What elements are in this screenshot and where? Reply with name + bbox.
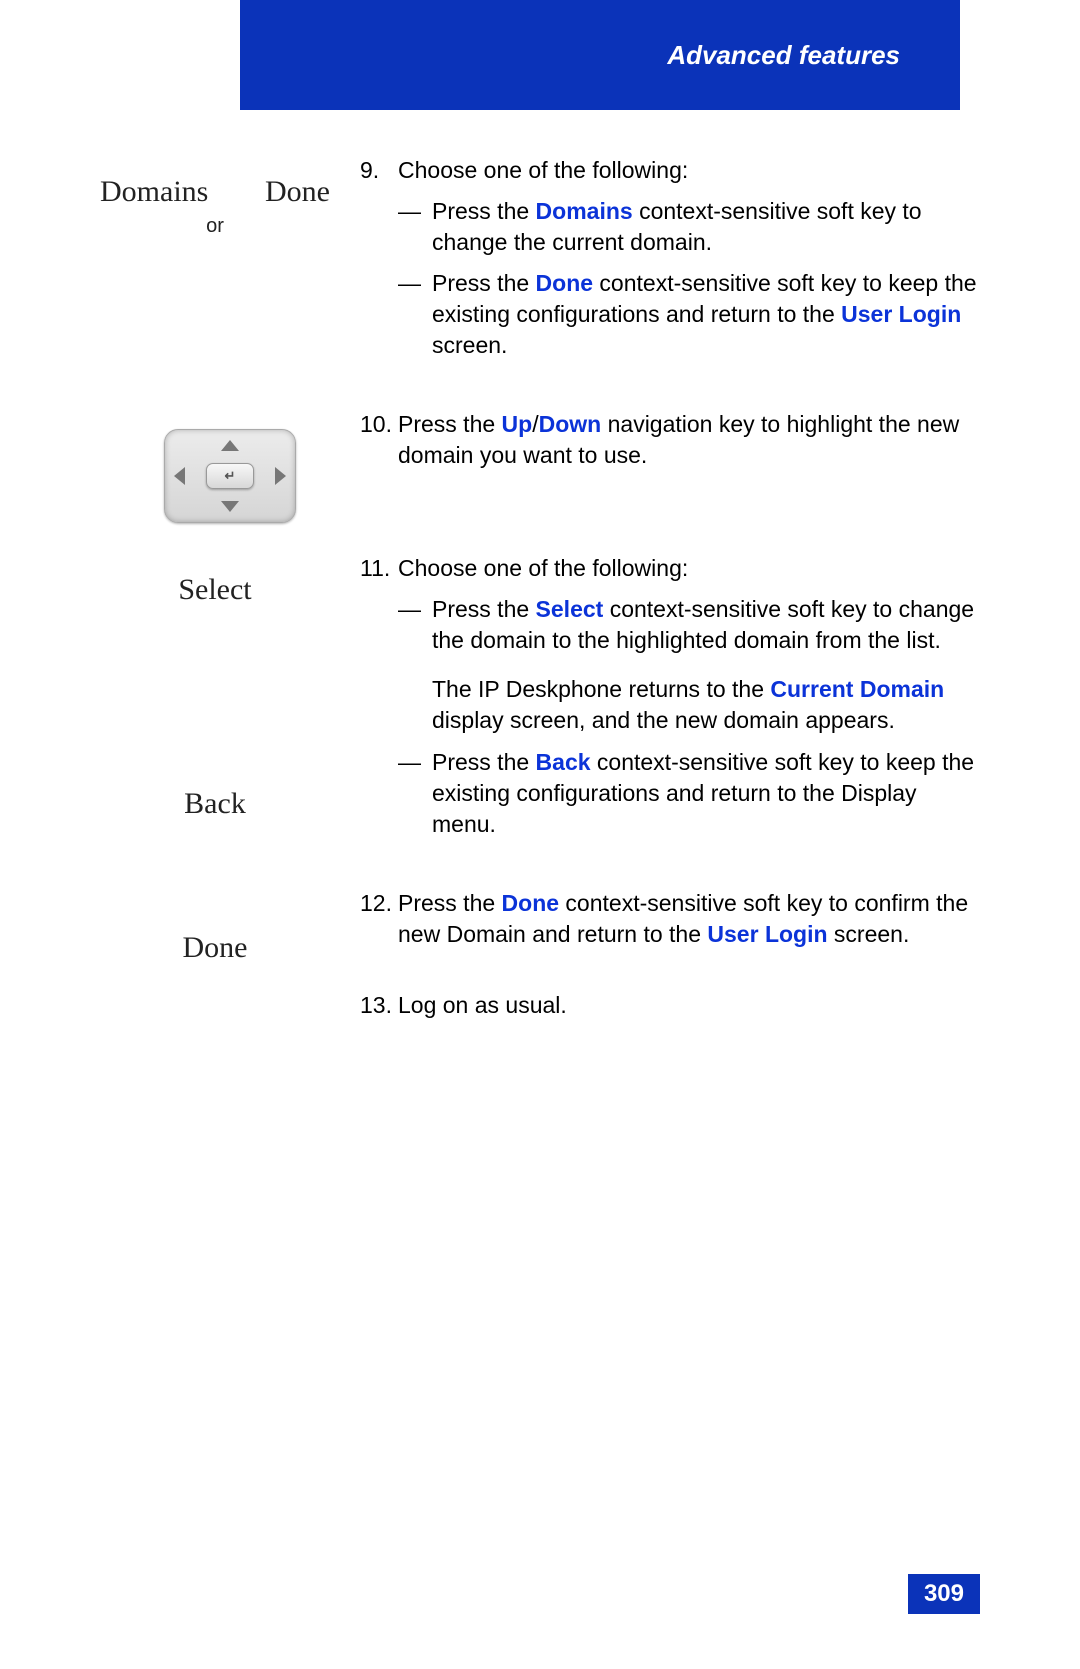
navkey-col: ↵ xyxy=(100,409,360,523)
step-number: 10. xyxy=(360,409,398,471)
step-number: 11. xyxy=(360,553,398,847)
enter-key-icon: ↵ xyxy=(206,463,254,489)
dash-icon: — xyxy=(398,747,432,840)
text: Press the xyxy=(432,198,536,224)
step-11-row: Select Back Done 11. Choose one of the f… xyxy=(100,553,980,1031)
softkey-done2: Done xyxy=(100,931,330,965)
step-9-row: Domains Done or 9. Choose one of the fol… xyxy=(100,155,980,379)
link-back: Back xyxy=(536,749,591,775)
step-number: 12. xyxy=(360,888,398,950)
link-user-login: User Login xyxy=(841,301,961,327)
arrow-down-icon xyxy=(221,501,239,512)
step-number: 13. xyxy=(360,990,398,1021)
link-up: Up xyxy=(502,411,533,437)
link-done2: Done xyxy=(502,890,560,916)
text: screen. xyxy=(432,332,507,358)
softkey-domains: Domains xyxy=(100,175,208,209)
text: The IP Deskphone returns to the xyxy=(432,676,770,702)
step-13-text: Log on as usual. xyxy=(398,992,567,1018)
link-done: Done xyxy=(536,270,594,296)
arrow-right-icon xyxy=(275,467,286,485)
text: Press the xyxy=(432,749,536,775)
text: display screen, and the new domain appea… xyxy=(432,707,895,733)
link-down: Down xyxy=(539,411,602,437)
dash-icon: — xyxy=(398,594,432,736)
text: Press the xyxy=(432,270,536,296)
step-10-row: ↵ 10. Press the Up/Down navigation key t… xyxy=(100,409,980,523)
step-9-text: 9. Choose one of the following: — Press … xyxy=(360,155,980,379)
softkey-back: Back xyxy=(100,787,330,821)
dash-icon: — xyxy=(398,196,432,258)
softkey-col-11: Select Back Done xyxy=(100,553,360,1031)
step-11-text: 11. Choose one of the following: — Press… xyxy=(360,553,980,1031)
text: screen. xyxy=(828,921,910,947)
navigation-key-icon: ↵ xyxy=(164,429,296,523)
softkey-select: Select xyxy=(100,573,330,607)
step-9-lead: Choose one of the following: xyxy=(398,157,688,183)
page-header: Advanced features xyxy=(240,0,960,110)
step-10-text: 10. Press the Up/Down navigation key to … xyxy=(360,409,980,523)
softkey-pair: Domains Done xyxy=(100,175,330,209)
page-number: 309 xyxy=(908,1574,980,1614)
link-current-domain: Current Domain xyxy=(770,676,944,702)
page-content: Domains Done or 9. Choose one of the fol… xyxy=(100,155,980,1051)
arrow-up-icon xyxy=(221,440,239,451)
dash-icon: — xyxy=(398,268,432,361)
softkey-done: Done xyxy=(265,175,330,209)
step-11-lead: Choose one of the following: xyxy=(398,555,688,581)
text: Press the xyxy=(432,596,536,622)
softkey-col-9: Domains Done or xyxy=(100,155,360,379)
step-number: 9. xyxy=(360,155,398,369)
link-user-login2: User Login xyxy=(707,921,827,947)
link-domains: Domains xyxy=(536,198,633,224)
arrow-left-icon xyxy=(174,467,185,485)
text: Press the xyxy=(398,890,502,916)
or-label: or xyxy=(100,215,330,238)
header-title: Advanced features xyxy=(667,40,900,71)
text: Press the xyxy=(398,411,502,437)
link-select: Select xyxy=(536,596,604,622)
